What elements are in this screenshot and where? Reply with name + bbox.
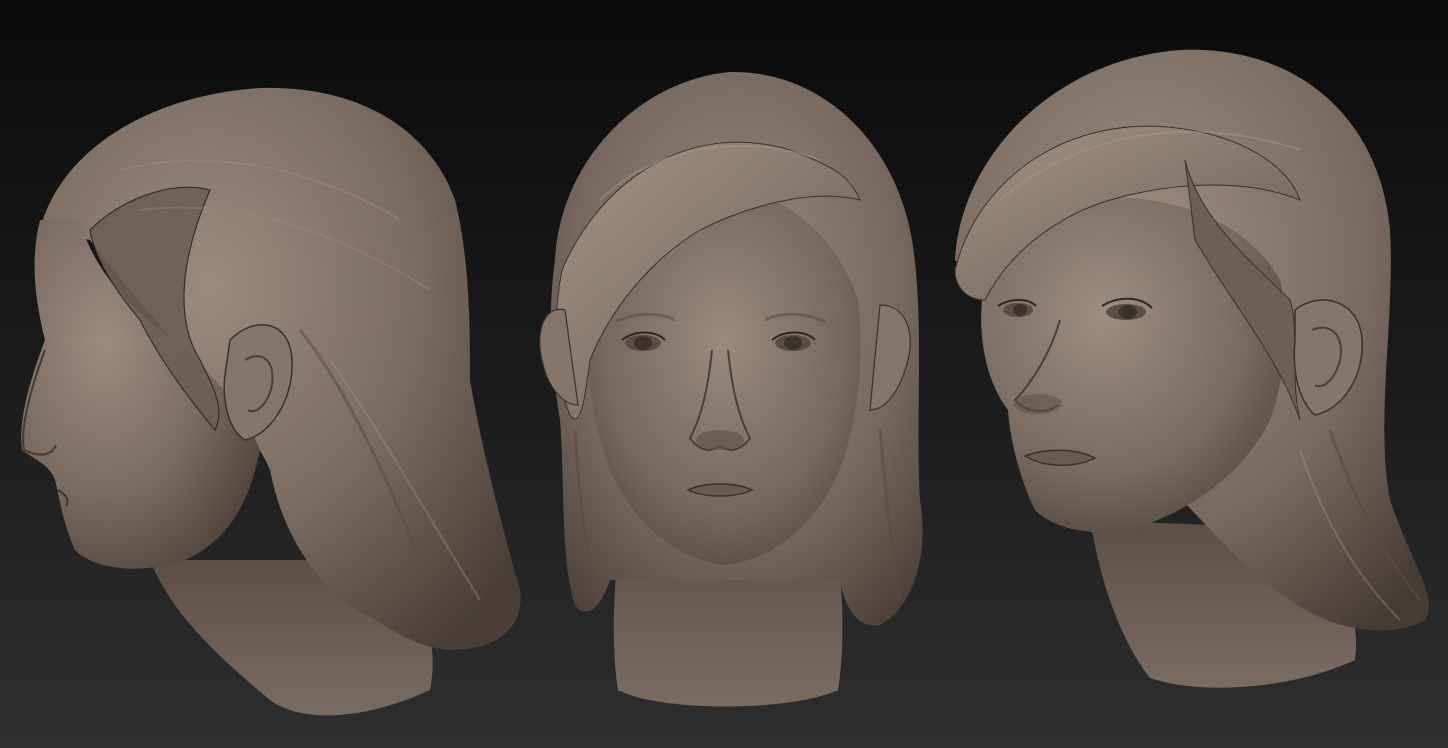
- render-canvas: [0, 0, 1448, 748]
- sculpt-viewport[interactable]: [0, 0, 1448, 748]
- mouth-front: [686, 483, 754, 497]
